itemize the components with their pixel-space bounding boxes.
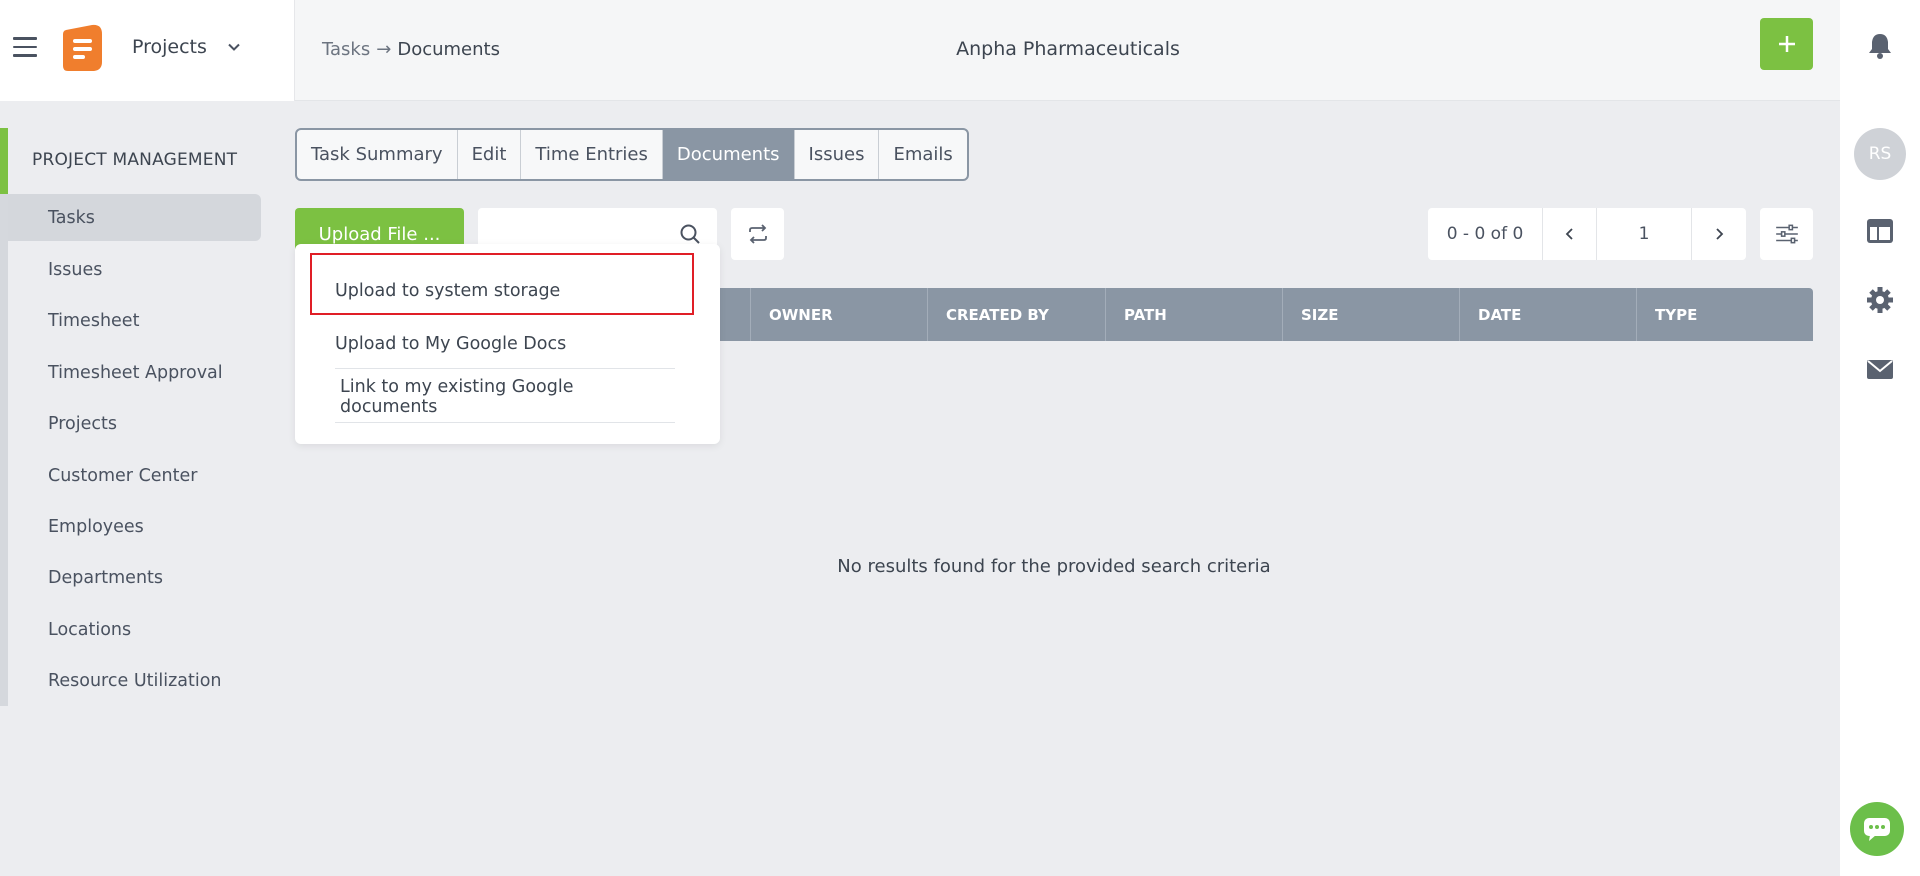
notification-bell-icon[interactable] [1864,30,1896,62]
chevron-down-icon [228,43,240,51]
add-new-button[interactable] [1760,18,1813,70]
user-avatar[interactable]: RS [1854,128,1906,180]
tab-time-entries[interactable]: Time Entries [521,130,663,179]
column-settings-button[interactable] [1760,208,1813,260]
sidebar-item-timesheet-approval[interactable]: Timesheet Approval [8,349,261,396]
mail-envelope-icon[interactable] [1864,353,1896,385]
search-icon[interactable] [678,222,702,246]
tab-task-summary[interactable]: Task Summary [297,130,458,179]
pager-page-number[interactable]: 1 [1597,208,1692,260]
refresh-button[interactable] [731,208,784,260]
top-bar: Projects Tasks → Documents Anpha Pharmac… [0,0,1840,101]
plus-icon [1778,36,1795,52]
pagination: 0 - 0 of 0 1 [1428,208,1746,260]
sidebar-item-projects[interactable]: Projects [8,400,261,447]
sidebar-item-departments[interactable]: Departments [8,554,261,601]
sidebar-item-timesheet[interactable]: Timesheet [8,297,261,344]
empty-results-message: No results found for the provided search… [837,556,1271,577]
pager-prev-button[interactable] [1543,208,1597,260]
sidebar-item-resource-utilization[interactable]: Resource Utilization [8,657,261,704]
chevron-left-icon [1565,228,1573,240]
right-rail: RS [1840,0,1920,876]
dropdown-divider [335,422,675,423]
task-tabs: Task Summary Edit Time Entries Documents… [295,128,969,181]
project-switcher-label: Projects [132,36,207,58]
tab-emails[interactable]: Emails [879,130,966,179]
column-header-path[interactable]: PATH [1105,288,1282,341]
sidebar-rule [0,128,8,706]
chat-support-button[interactable] [1850,802,1904,856]
hamburger-menu-icon[interactable] [13,37,37,61]
breadcrumb-current: Documents [397,39,500,60]
dashboard-layout-icon[interactable] [1864,215,1896,247]
brand-area: Projects [0,0,295,101]
link-google-documents-option[interactable]: Link to my existing Google documents [335,371,675,423]
column-header-created-by[interactable]: CREATED BY [927,288,1105,341]
sidebar-accent [0,128,8,194]
sidebar-item-tasks[interactable]: Tasks [8,194,261,241]
pager-next-button[interactable] [1692,208,1746,260]
breadcrumb-parent-link[interactable]: Tasks [322,39,370,60]
project-switcher[interactable]: Projects [132,36,241,58]
sidebar-item-employees[interactable]: Employees [8,503,261,550]
upload-google-docs-option[interactable]: Upload to My Google Docs [335,318,675,370]
tab-documents[interactable]: Documents [662,130,795,179]
sidebar-section-title: PROJECT MANAGEMENT [32,150,238,170]
sidebar-item-locations[interactable]: Locations [8,606,261,653]
column-header-date[interactable]: DATE [1459,288,1636,341]
pager-count: 0 - 0 of 0 [1428,208,1543,260]
refresh-arrows-icon [748,224,767,244]
chat-bubble-icon [1864,818,1890,841]
tab-edit[interactable]: Edit [458,130,522,179]
sidebar-item-issues[interactable]: Issues [8,246,261,293]
settings-gear-icon[interactable] [1864,284,1896,316]
company-name: Anpha Pharmaceuticals [956,38,1180,60]
column-header-owner[interactable]: OWNER [750,288,927,341]
chevron-right-icon [1716,228,1724,240]
column-header-size[interactable]: SIZE [1282,288,1459,341]
sidebar-item-customer-center[interactable]: Customer Center [8,452,261,499]
sliders-icon [1775,224,1798,244]
column-header-type[interactable]: TYPE [1636,288,1813,341]
selection-highlight-box [310,253,694,315]
breadcrumb-arrow-icon: → [376,39,392,60]
breadcrumb: Tasks → Documents [322,39,500,60]
tab-issues[interactable]: Issues [795,130,880,179]
app-logo-icon [63,24,102,72]
